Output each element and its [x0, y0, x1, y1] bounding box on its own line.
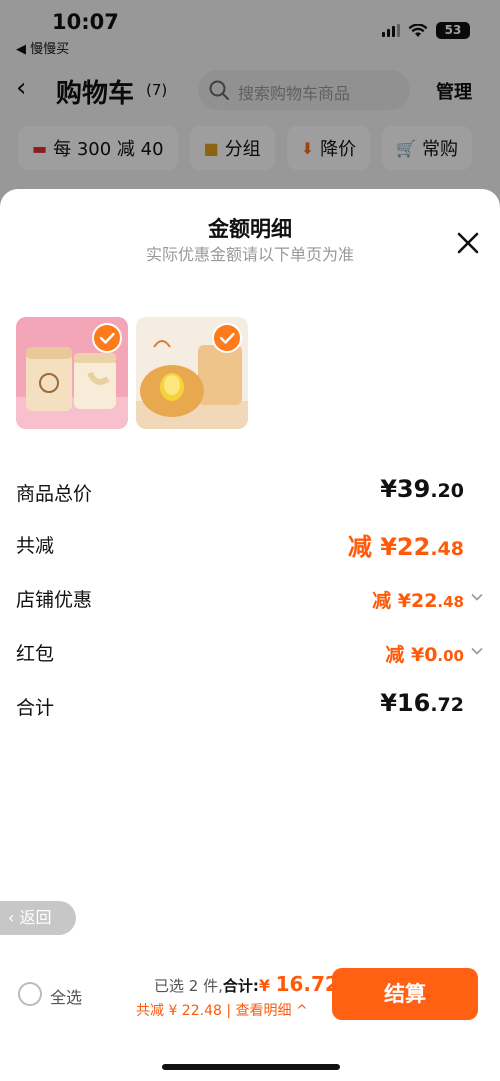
checkmark-icon — [92, 323, 122, 353]
total-discount-row: 共减 减 ¥22.48 — [16, 527, 484, 563]
chevron-down-icon[interactable] — [470, 644, 484, 658]
red-packet-row[interactable]: 红包 减 ¥0.00 — [16, 635, 484, 671]
currency-symbol: ¥ — [258, 976, 276, 995]
grand-total-label: 合计 — [16, 697, 55, 719]
selected-items-thumbnails — [16, 317, 248, 429]
select-all-checkbox[interactable] — [18, 982, 42, 1006]
grand-total-value: ¥16.72 — [380, 689, 464, 717]
sheet-subtitle: 实际优惠金额请以下单页为准 — [145, 245, 354, 264]
floating-back-button[interactable]: ‹ 返回 — [0, 901, 76, 935]
checkout-bar: 全选 已选 2 件,合计:¥ 16.72 共减 ¥ 22.48 | 查看明细 ^… — [0, 960, 500, 1081]
sheet-title: 金额明细 — [208, 217, 292, 241]
selected-count: 已选 2 件, — [154, 977, 223, 995]
total-label: 合计: — [222, 977, 259, 995]
total-discount-value: 减 ¥22.48 — [347, 533, 464, 561]
product-thumbnail[interactable] — [136, 317, 248, 429]
store-discount-value: 减 ¥22.48 — [372, 590, 464, 612]
product-thumbnail[interactable] — [16, 317, 128, 429]
store-discount-row[interactable]: 店铺优惠 减 ¥22.48 — [16, 581, 484, 617]
close-icon[interactable] — [454, 229, 482, 257]
chevron-down-icon[interactable] — [470, 590, 484, 604]
red-packet-label: 红包 — [16, 643, 55, 665]
subtotal-row: 商品总价 ¥39.20 — [16, 475, 484, 511]
grand-total-row: 合计 ¥16.72 — [16, 689, 484, 725]
bottom-total-value: 16.72 — [275, 972, 339, 996]
subtotal-label: 商品总价 — [16, 483, 93, 505]
home-indicator — [162, 1064, 340, 1070]
view-details-link[interactable]: 共减 ¥ 22.48 | 查看明细 ^ — [136, 1000, 308, 1020]
store-discount-label: 店铺优惠 — [16, 589, 93, 611]
amount-detail-sheet: 金额明细 实际优惠金额请以下单页为准 商品总价 ¥39.20 共减 减 ¥22.… — [0, 189, 500, 1081]
select-all-label[interactable]: 全选 — [50, 984, 82, 1008]
red-packet-value: 减 ¥0.00 — [385, 644, 464, 666]
total-discount-label: 共减 — [16, 535, 55, 557]
checkout-button[interactable]: 结算 — [332, 968, 478, 1020]
selected-summary: 已选 2 件,合计:¥ 16.72 — [154, 972, 339, 996]
subtotal-value: ¥39.20 — [380, 475, 464, 503]
checkmark-icon — [212, 323, 242, 353]
